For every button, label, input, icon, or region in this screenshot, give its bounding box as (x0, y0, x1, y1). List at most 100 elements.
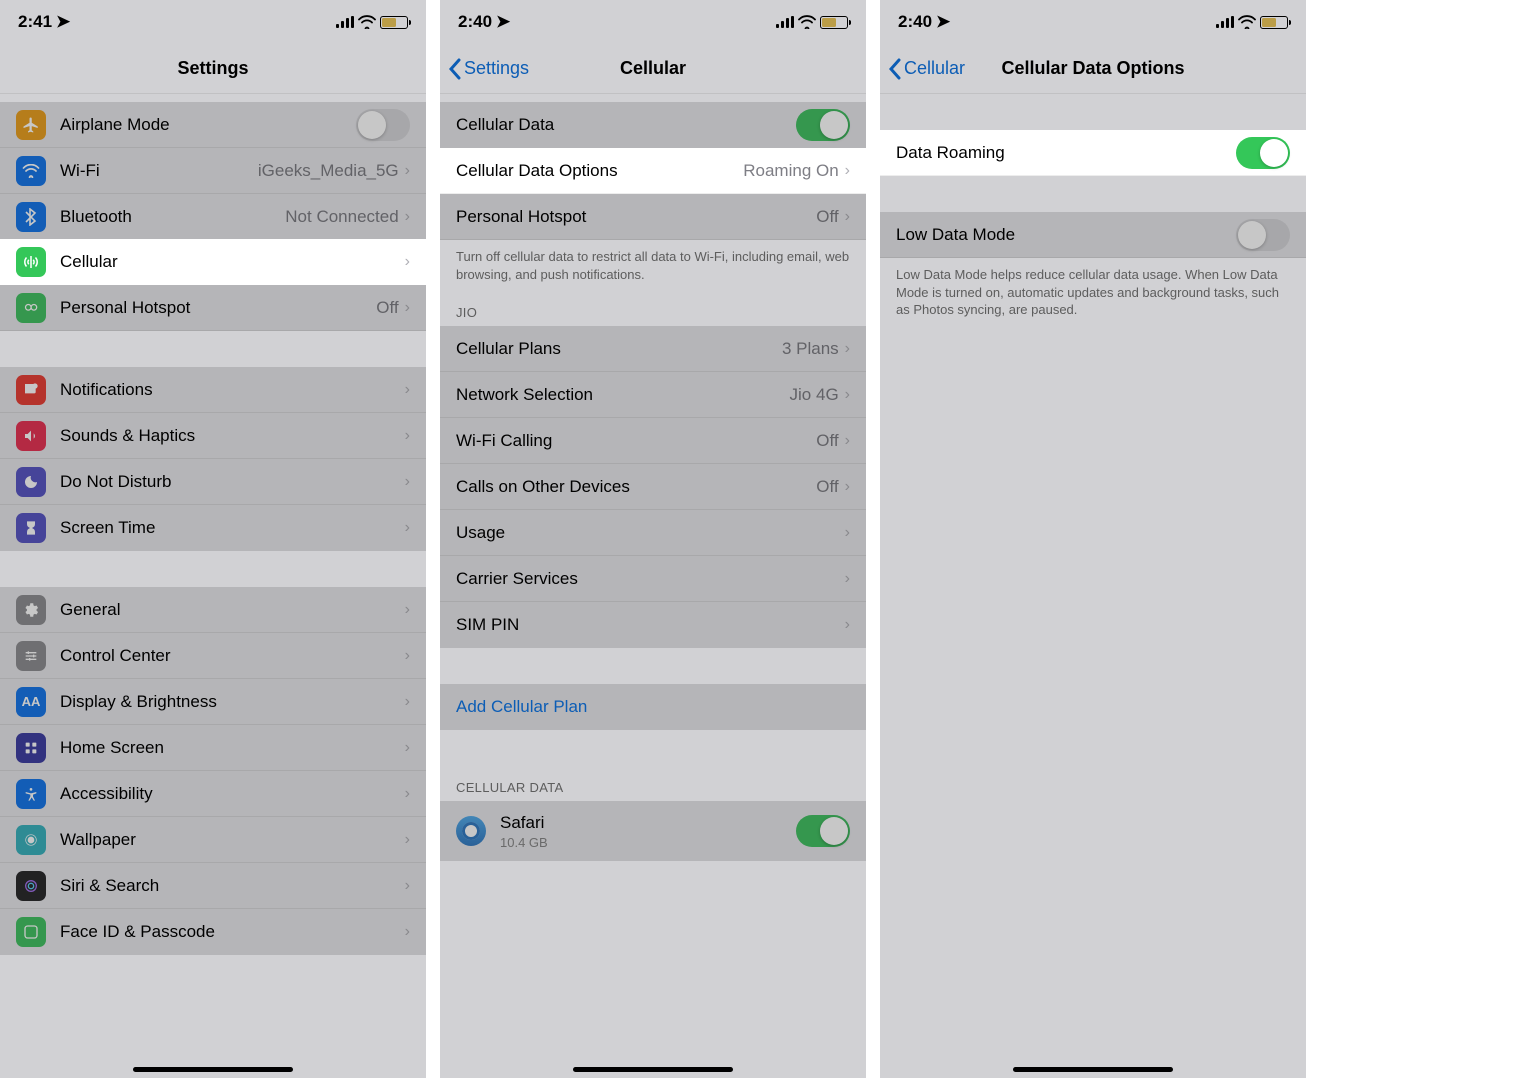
row-bluetooth[interactable]: Bluetooth Not Connected › (0, 194, 426, 240)
row-dnd[interactable]: Do Not Disturb › (0, 459, 426, 505)
airplane-toggle[interactable] (356, 109, 410, 141)
row-low-data-mode[interactable]: Low Data Mode (880, 212, 1306, 258)
row-home-screen[interactable]: Home Screen › (0, 725, 426, 771)
chevron-icon: › (405, 427, 410, 445)
row-wifi-calling[interactable]: Wi-Fi Calling Off › (440, 418, 866, 464)
chevron-icon: › (845, 616, 850, 634)
row-label: Accessibility (60, 784, 405, 804)
screentime-icon (16, 513, 46, 543)
row-label: Cellular Plans (456, 339, 782, 359)
location-icon: ➤ (936, 12, 950, 32)
home-indicator[interactable] (573, 1067, 733, 1072)
row-safari[interactable]: Safari 10.4 GB (440, 801, 866, 861)
row-notifications[interactable]: Notifications › (0, 367, 426, 413)
chevron-icon: › (845, 208, 850, 226)
row-label: Data Roaming (896, 143, 1236, 163)
row-label: Sounds & Haptics (60, 426, 405, 446)
back-button[interactable]: Cellular (888, 58, 965, 80)
chevron-icon: › (845, 432, 850, 450)
row-label: Siri & Search (60, 876, 405, 896)
page-title: Settings (177, 58, 248, 79)
row-control-center[interactable]: Control Center › (0, 633, 426, 679)
signal-icon (1216, 16, 1235, 28)
row-screentime[interactable]: Screen Time › (0, 505, 426, 551)
row-label: Face ID & Passcode (60, 922, 405, 942)
row-sounds[interactable]: Sounds & Haptics › (0, 413, 426, 459)
signal-icon (776, 16, 795, 28)
chevron-icon: › (405, 208, 410, 226)
safari-icon (456, 816, 486, 846)
wifi-settings-icon (16, 156, 46, 186)
row-label: Add Cellular Plan (456, 697, 850, 717)
row-value: iGeeks_Media_5G (258, 161, 399, 181)
row-label: Do Not Disturb (60, 472, 405, 492)
row-general[interactable]: General › (0, 587, 426, 633)
control-center-icon (16, 641, 46, 671)
row-value: Not Connected (285, 207, 398, 227)
row-label: Wi-Fi Calling (456, 431, 816, 451)
home-indicator[interactable] (1013, 1067, 1173, 1072)
row-value: Off (816, 477, 838, 497)
row-label: Cellular (60, 252, 405, 272)
chevron-icon: › (405, 253, 410, 271)
roaming-toggle[interactable] (1236, 137, 1290, 169)
row-data-roaming[interactable]: Data Roaming (880, 130, 1306, 176)
row-cellular-data[interactable]: Cellular Data (440, 102, 866, 148)
page-title: Cellular (620, 58, 686, 79)
row-cellular[interactable]: Cellular › (0, 239, 426, 285)
row-carrier-services[interactable]: Carrier Services › (440, 556, 866, 602)
footer-text: Low Data Mode helps reduce cellular data… (880, 258, 1306, 323)
row-label: SIM PIN (456, 615, 845, 635)
row-label: General (60, 600, 405, 620)
battery-icon (820, 16, 848, 29)
signal-icon (336, 16, 355, 28)
chevron-icon: › (845, 340, 850, 358)
row-wifi[interactable]: Wi-Fi iGeeks_Media_5G › (0, 148, 426, 194)
row-hotspot[interactable]: Personal Hotspot Off › (440, 194, 866, 240)
row-label: Carrier Services (456, 569, 845, 589)
row-accessibility[interactable]: Accessibility › (0, 771, 426, 817)
battery-icon (380, 16, 408, 29)
row-value: Off (816, 431, 838, 451)
chevron-icon: › (405, 693, 410, 711)
row-sim-pin[interactable]: SIM PIN › (440, 602, 866, 648)
safari-toggle[interactable] (796, 815, 850, 847)
chevron-icon: › (845, 162, 850, 180)
page-title: Cellular Data Options (1001, 58, 1184, 79)
row-add-plan[interactable]: Add Cellular Plan (440, 684, 866, 730)
chevron-icon: › (405, 923, 410, 941)
row-siri[interactable]: Siri & Search › (0, 863, 426, 909)
chevron-left-icon (448, 58, 462, 80)
back-button[interactable]: Settings (448, 58, 529, 80)
notifications-icon (16, 375, 46, 405)
cellular-data-toggle[interactable] (796, 109, 850, 141)
row-cellular-plans[interactable]: Cellular Plans 3 Plans › (440, 326, 866, 372)
row-usage[interactable]: Usage › (440, 510, 866, 556)
row-label: Network Selection (456, 385, 790, 405)
chevron-icon: › (405, 877, 410, 895)
row-label: Usage (456, 523, 845, 543)
row-hotspot[interactable]: Personal Hotspot Off › (0, 285, 426, 331)
low-data-toggle[interactable] (1236, 219, 1290, 251)
row-airplane[interactable]: Airplane Mode (0, 102, 426, 148)
row-wallpaper[interactable]: Wallpaper › (0, 817, 426, 863)
dnd-icon (16, 467, 46, 497)
bluetooth-icon (16, 202, 46, 232)
row-value: Off (816, 207, 838, 227)
row-cellular-data-options[interactable]: Cellular Data Options Roaming On › (440, 148, 866, 194)
row-calls-other[interactable]: Calls on Other Devices Off › (440, 464, 866, 510)
chevron-icon: › (405, 299, 410, 317)
row-display[interactable]: AA Display & Brightness › (0, 679, 426, 725)
home-indicator[interactable] (133, 1067, 293, 1072)
chevron-icon: › (405, 381, 410, 399)
row-value: Off (376, 298, 398, 318)
status-bar: 2:40➤ (880, 0, 1306, 44)
section-header: JIO (440, 287, 866, 326)
back-label: Cellular (904, 58, 965, 79)
row-label: Airplane Mode (60, 115, 356, 135)
row-label: Display & Brightness (60, 692, 405, 712)
row-faceid[interactable]: Face ID & Passcode › (0, 909, 426, 955)
airplane-icon (16, 110, 46, 140)
row-network-selection[interactable]: Network Selection Jio 4G › (440, 372, 866, 418)
chevron-icon: › (845, 386, 850, 404)
